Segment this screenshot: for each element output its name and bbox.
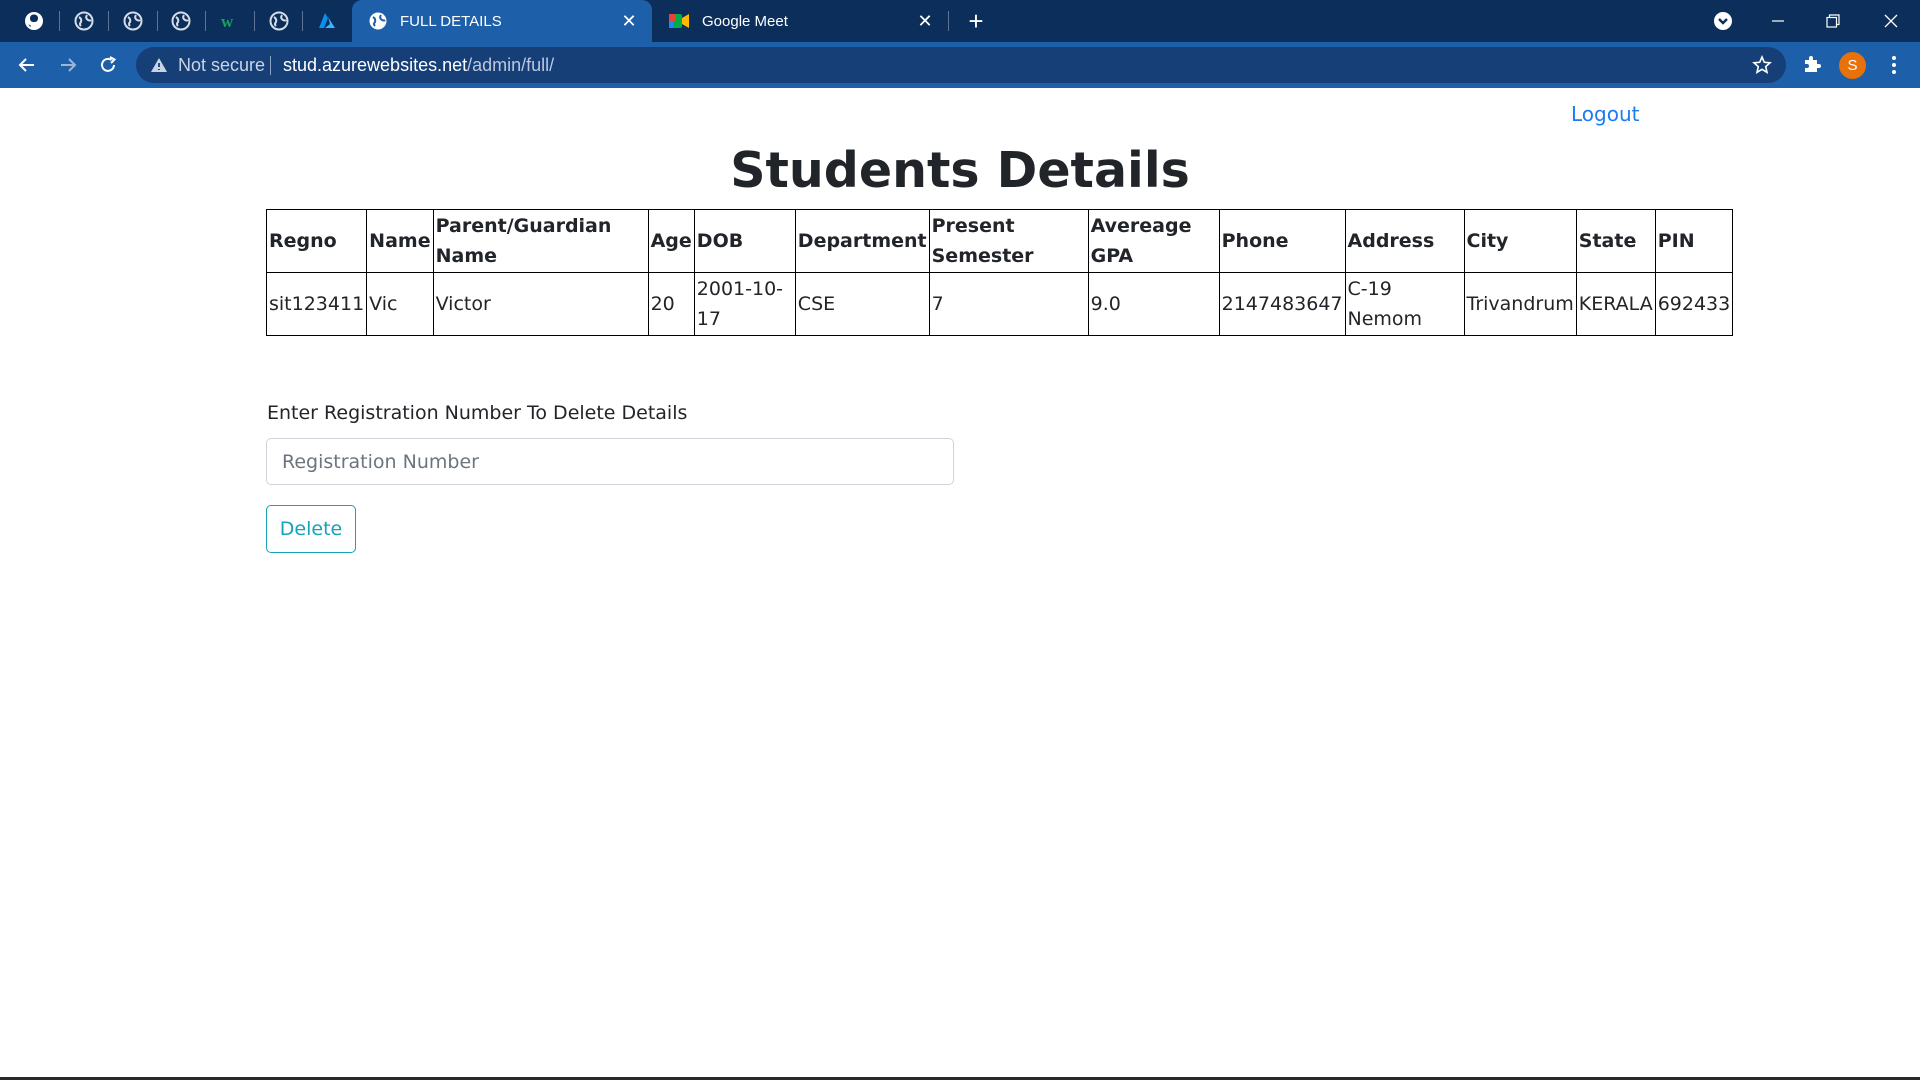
chevron-down-icon — [1714, 12, 1732, 30]
forward-button[interactable] — [53, 50, 83, 80]
browser-toolbar: Not secure stud.azurewebsites.net/admin/… — [0, 42, 1920, 88]
column-header-department: Department — [794, 209, 930, 273]
github-icon — [25, 12, 43, 30]
page-title: Students Details — [730, 142, 1190, 199]
reload-button[interactable] — [93, 50, 123, 80]
globe-icon — [123, 11, 143, 31]
svg-text:w: w — [221, 12, 234, 31]
column-header-dob: DOB — [693, 209, 796, 273]
azure-icon — [319, 13, 335, 28]
cell-pin: 692433 — [1654, 272, 1734, 336]
pinned-tab-3[interactable] — [157, 0, 205, 42]
column-header-name: Name — [366, 209, 434, 273]
url-host: stud.azurewebsites.net — [283, 55, 468, 75]
cell-gpa: 9.0 — [1087, 272, 1220, 336]
globe-icon — [171, 11, 191, 31]
pinned-tab-github[interactable] — [10, 0, 58, 42]
minimize-button[interactable] — [1755, 0, 1801, 42]
tab-google-meet[interactable]: Google Meet ✕ — [652, 0, 948, 42]
close-icon[interactable]: ✕ — [620, 12, 638, 30]
close-window-button[interactable] — [1868, 0, 1914, 42]
url-text[interactable]: stud.azurewebsites.net/admin/full/ — [283, 47, 554, 83]
cell-semester: 7 — [928, 272, 1089, 336]
tab-separator — [948, 11, 949, 31]
globe-icon — [369, 12, 387, 30]
cell-phone: 2147483647 — [1218, 272, 1346, 336]
close-icon — [1884, 14, 1898, 28]
pinned-tab-1[interactable] — [60, 0, 108, 42]
address-separator — [270, 56, 271, 75]
cell-dob: 2001-10-17 — [693, 272, 796, 336]
arrow-left-icon — [18, 58, 34, 72]
tab-title: FULL DETAILS — [400, 12, 502, 30]
cell-age: 20 — [647, 272, 695, 336]
puzzle-icon[interactable] — [1800, 53, 1824, 77]
avatar[interactable]: S — [1839, 52, 1866, 79]
pinned-tab-5[interactable] — [255, 0, 303, 42]
tab-full-details[interactable]: FULL DETAILS ✕ — [352, 0, 652, 42]
table-row: sit123411 Vic Victor 20 2001-10-17 CSE 7… — [265, 272, 1734, 336]
cell-city: Trivandrum — [1463, 272, 1577, 336]
column-header-address: Address — [1344, 209, 1465, 273]
tab-search-button[interactable] — [1700, 0, 1746, 42]
column-header-gpa: Avereage GPA — [1087, 209, 1220, 273]
security-label[interactable]: Not secure — [178, 47, 265, 83]
page-content: Logout Students Details Regno Name Paren… — [0, 88, 1920, 1078]
cell-regno: sit123411 — [265, 272, 368, 336]
globe-icon — [269, 11, 289, 31]
close-icon[interactable]: ✕ — [916, 12, 934, 30]
globe-icon — [74, 11, 94, 31]
delete-form-label: Enter Registration Number To Delete Deta… — [267, 402, 688, 424]
address-bar[interactable]: Not secure stud.azurewebsites.net/admin/… — [136, 47, 1786, 83]
column-header-regno: Regno — [265, 209, 368, 273]
w-site-icon: w — [221, 12, 234, 31]
url-path: /admin/full/ — [467, 55, 555, 75]
column-header-state: State — [1575, 209, 1656, 273]
minimize-icon — [1772, 20, 1784, 22]
students-table: Regno Name Parent/Guardian Name Age DOB … — [265, 209, 1734, 336]
column-header-phone: Phone — [1218, 209, 1346, 273]
back-button[interactable] — [12, 50, 42, 80]
restore-icon — [1826, 14, 1840, 28]
cell-department: CSE — [794, 272, 930, 336]
new-tab-button[interactable]: + — [962, 8, 990, 36]
delete-button[interactable]: Delete — [266, 505, 356, 553]
browser-tab-strip: w FULL DETAILS ✕ Google Meet ✕ + — [0, 0, 1920, 42]
cell-name: Vic — [366, 272, 434, 336]
warning-icon — [151, 58, 167, 72]
cell-state: KERALA — [1575, 272, 1656, 336]
tab-title: Google Meet — [702, 12, 788, 30]
column-header-city: City — [1463, 209, 1577, 273]
restore-button[interactable] — [1810, 0, 1856, 42]
logout-link[interactable]: Logout — [1571, 102, 1639, 126]
pinned-tab-2[interactable] — [109, 0, 157, 42]
pinned-tab-azure[interactable] — [303, 0, 351, 42]
cell-parent-name: Victor — [432, 272, 649, 336]
table-header-row: Regno Name Parent/Guardian Name Age DOB … — [265, 209, 1734, 273]
arrow-right-icon — [61, 58, 77, 72]
pinned-tab-4[interactable]: w — [205, 0, 253, 42]
google-meet-icon — [669, 14, 689, 28]
more-vertical-icon[interactable] — [1884, 54, 1904, 76]
column-header-parent-name: Parent/Guardian Name — [432, 209, 649, 273]
column-header-semester: Present Semester — [928, 209, 1089, 273]
column-header-pin: PIN — [1654, 209, 1734, 273]
registration-number-input[interactable] — [266, 438, 954, 485]
column-header-age: Age — [647, 209, 695, 273]
cell-address: C-19 Nemom — [1344, 272, 1465, 336]
reload-icon — [101, 56, 117, 72]
star-icon[interactable] — [1752, 55, 1772, 75]
